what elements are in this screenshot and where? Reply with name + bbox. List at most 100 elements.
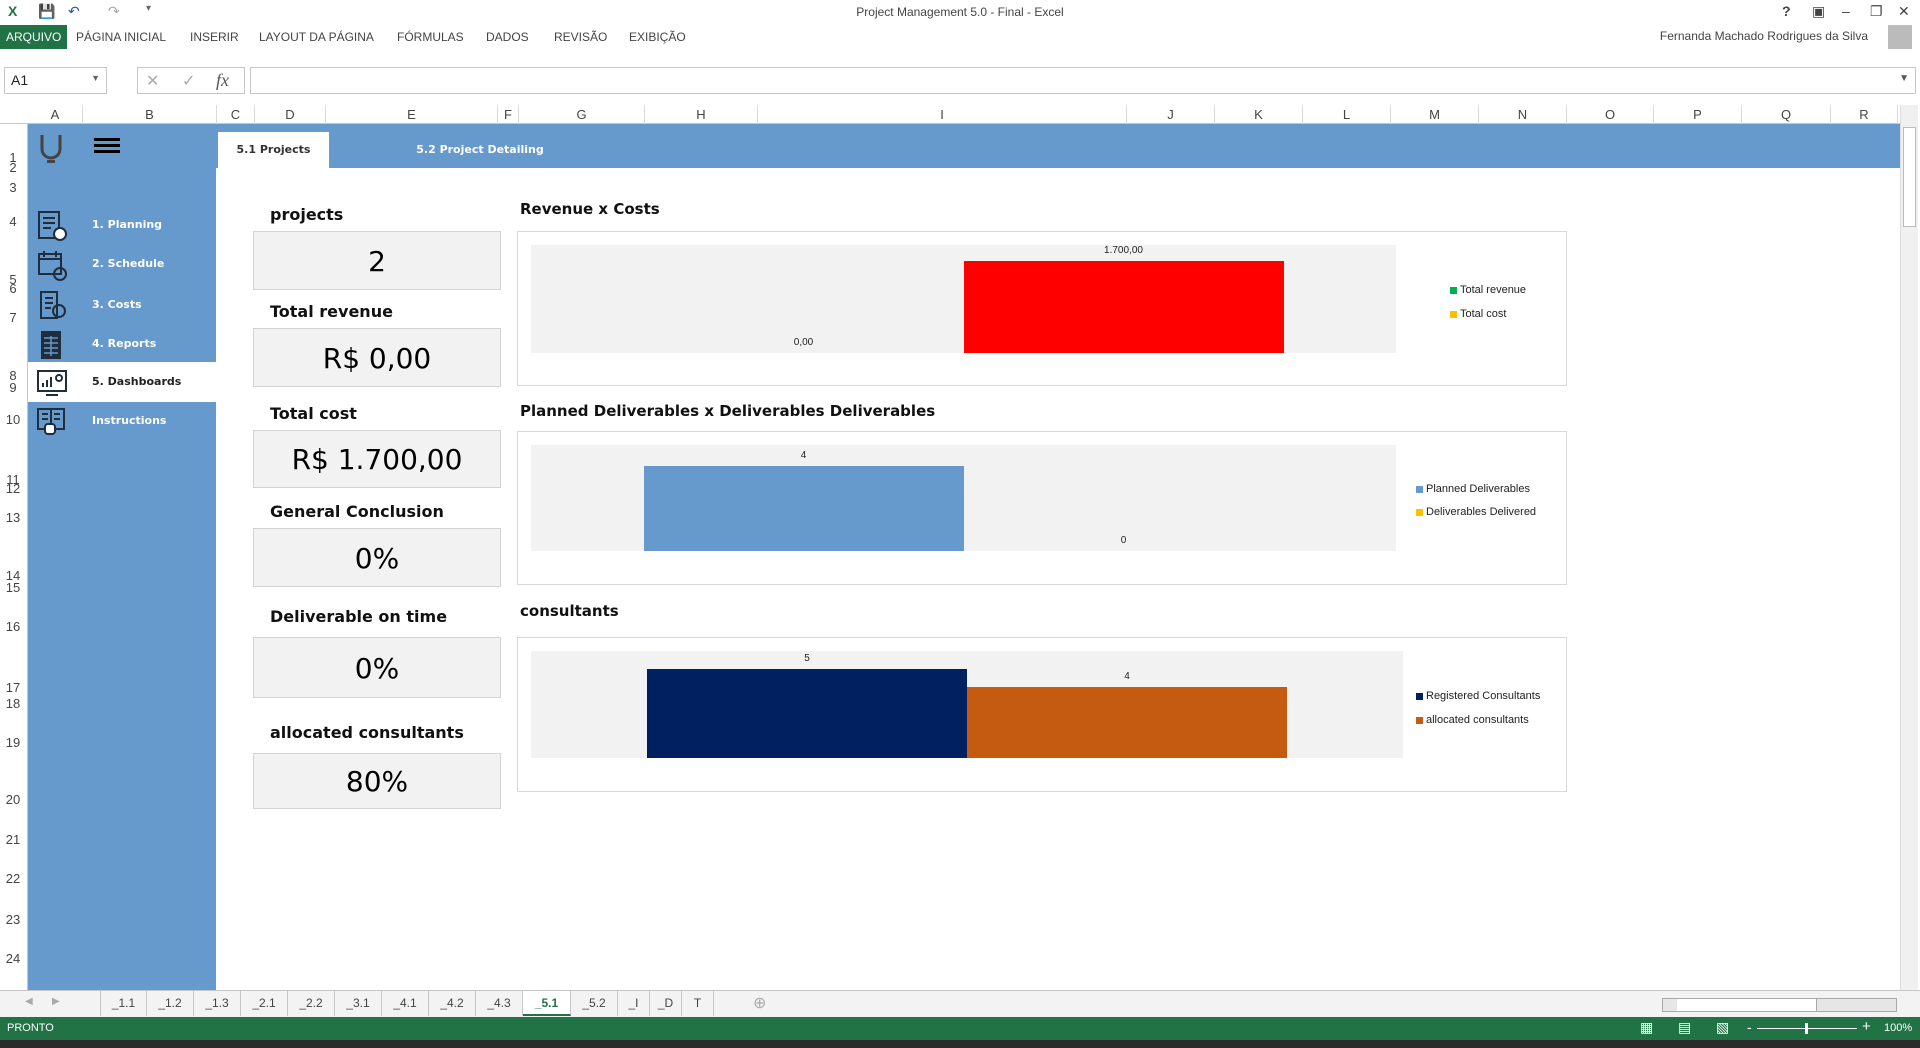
bar-total-cost[interactable]: [963, 261, 1284, 353]
column-header-E[interactable]: E: [326, 105, 498, 124]
sidebar-item-dashboards[interactable]: 5. Dashboards: [28, 362, 216, 402]
ribbon-display-icon[interactable]: ▣: [1812, 3, 1825, 20]
sheet-tab-51[interactable]: _5.1: [523, 991, 571, 1016]
formula-input[interactable]: ▼: [250, 67, 1916, 94]
row-header-2[interactable]: 2: [0, 160, 26, 175]
ribbon-tab-arquivo[interactable]: ARQUIVO: [0, 25, 68, 49]
sheet-tab-I[interactable]: _I: [618, 991, 650, 1016]
column-header-C[interactable]: C: [217, 105, 255, 124]
ribbon-tab-formulas[interactable]: FÓRMULAS: [391, 25, 470, 49]
sheet-tab-52[interactable]: _5.2: [571, 991, 618, 1016]
legend-item[interactable]: Planned Deliverables: [1416, 483, 1530, 495]
column-header-L[interactable]: L: [1303, 105, 1391, 124]
column-header-B[interactable]: B: [83, 105, 217, 124]
legend-item[interactable]: Total revenue: [1450, 284, 1526, 296]
chevron-down-icon[interactable]: ▼: [91, 73, 100, 83]
bar-planned-deliverables[interactable]: [643, 466, 964, 551]
column-header-J[interactable]: J: [1127, 105, 1215, 124]
column-header-N[interactable]: N: [1479, 105, 1567, 124]
restore-icon[interactable]: ❐: [1870, 3, 1883, 20]
h-scroll-thumb[interactable]: [1677, 999, 1817, 1011]
ribbon-tab-layout[interactable]: LAYOUT DA PÁGINA: [253, 25, 380, 49]
sheet-tab-11[interactable]: _1.1: [100, 991, 147, 1016]
prev-sheet-icon[interactable]: ◀: [25, 996, 33, 1007]
sheet-tab-12[interactable]: _1.2: [147, 991, 194, 1016]
row-header-20[interactable]: 20: [0, 792, 26, 807]
column-header-H[interactable]: H: [645, 105, 758, 124]
sidebar-item-planning[interactable]: 1. Planning: [28, 205, 216, 245]
next-sheet-icon[interactable]: ▶: [52, 996, 60, 1007]
row-header-18[interactable]: 18: [0, 696, 26, 711]
cancel-icon[interactable]: ✕: [146, 71, 159, 91]
ribbon-tab-pagina-inicial[interactable]: PÁGINA INICIAL: [70, 25, 172, 49]
sheet-tab-T[interactable]: T: [682, 991, 714, 1016]
bar-allocated-consultants[interactable]: [967, 686, 1287, 758]
user-name[interactable]: Fernanda Machado Rodrigues da Silva: [1660, 29, 1868, 43]
row-header-23[interactable]: 23: [0, 912, 26, 927]
expand-formula-icon[interactable]: ▼: [1899, 73, 1909, 84]
tab-5-1-projects[interactable]: 5.1 Projects: [218, 132, 329, 168]
sheet-tab-43[interactable]: _4.3: [476, 991, 523, 1016]
row-header-7[interactable]: 7: [0, 310, 26, 325]
minimize-icon[interactable]: –: [1842, 3, 1850, 19]
column-header-G[interactable]: G: [519, 105, 645, 124]
sheet-tab-22[interactable]: _2.2: [288, 991, 335, 1016]
column-header-M[interactable]: M: [1391, 105, 1479, 124]
sheet-tab-D[interactable]: _D: [650, 991, 682, 1016]
avatar[interactable]: [1888, 25, 1912, 49]
sheet-tab-31[interactable]: _3.1: [335, 991, 382, 1016]
new-sheet-icon[interactable]: ⊕: [753, 993, 766, 1013]
row-header-22[interactable]: 22: [0, 871, 26, 886]
zoom-level[interactable]: 100%: [1884, 1022, 1912, 1034]
sidebar-item-reports[interactable]: 4. Reports: [28, 324, 216, 364]
row-header-15[interactable]: 15: [0, 580, 26, 595]
zoom-in-icon[interactable]: +: [1862, 1018, 1871, 1035]
legend-item[interactable]: allocated consultants: [1416, 714, 1529, 726]
sheet-tab-13[interactable]: _1.3: [194, 991, 241, 1016]
column-header-I[interactable]: I: [758, 105, 1127, 124]
column-header-O[interactable]: O: [1567, 105, 1654, 124]
column-header-P[interactable]: P: [1654, 105, 1742, 124]
ribbon-tab-inserir[interactable]: INSERIR: [184, 25, 245, 49]
page-layout-view-icon[interactable]: ▤: [1678, 1019, 1691, 1036]
legend-item[interactable]: Registered Consultants: [1416, 690, 1540, 702]
sidebar-item-schedule[interactable]: 2. Schedule: [28, 244, 216, 284]
zoom-out-icon[interactable]: -: [1747, 1019, 1752, 1035]
row-header-9[interactable]: 9: [0, 380, 26, 395]
sheet-tab-41[interactable]: _4.1: [382, 991, 429, 1016]
row-header-16[interactable]: 16: [0, 619, 26, 634]
tab-5-2-project-detailing[interactable]: 5.2 Project Detailing: [400, 132, 560, 168]
row-header-10[interactable]: 10: [0, 412, 26, 427]
scroll-thumb[interactable]: [1903, 127, 1916, 227]
sheet-tab-21[interactable]: _2.1: [241, 991, 288, 1016]
sheet-tab-42[interactable]: _4.2: [429, 991, 476, 1016]
ribbon-tab-revisao[interactable]: REVISÃO: [548, 25, 613, 49]
vertical-scrollbar[interactable]: [1900, 105, 1918, 990]
column-header-Q[interactable]: Q: [1742, 105, 1831, 124]
ribbon-tab-dados[interactable]: DADOS: [480, 25, 535, 49]
zoom-slider-thumb[interactable]: [1805, 1023, 1808, 1034]
row-header-24[interactable]: 24: [0, 951, 26, 966]
insert-function-icon[interactable]: fx: [216, 70, 229, 91]
column-header-D[interactable]: D: [255, 105, 326, 124]
sidebar-item-instructions[interactable]: Instructions: [28, 401, 216, 441]
row-header-3[interactable]: 3: [0, 180, 26, 195]
bar-registered-consultants[interactable]: [647, 668, 967, 758]
sidebar-item-costs[interactable]: 3. Costs: [28, 285, 216, 325]
help-icon[interactable]: ?: [1782, 3, 1791, 19]
close-icon[interactable]: ✕: [1898, 3, 1910, 20]
hamburger-menu-icon[interactable]: [94, 138, 120, 154]
ribbon-tab-exibicao[interactable]: EXIBIÇÃO: [623, 25, 692, 49]
horizontal-scrollbar[interactable]: [1662, 998, 1897, 1012]
row-header-4[interactable]: 4: [0, 214, 26, 229]
column-header-A[interactable]: A: [28, 105, 83, 124]
legend-item[interactable]: Deliverables Delivered: [1416, 506, 1536, 518]
row-header-21[interactable]: 21: [0, 832, 26, 847]
row-header-12[interactable]: 12: [0, 481, 26, 496]
row-header-6[interactable]: 6: [0, 281, 26, 296]
enter-icon[interactable]: ✓: [182, 71, 195, 91]
name-box[interactable]: A1 ▼: [4, 67, 107, 94]
column-header-F[interactable]: F: [498, 105, 519, 124]
page-break-view-icon[interactable]: ▧: [1716, 1019, 1729, 1036]
column-header-K[interactable]: K: [1215, 105, 1303, 124]
